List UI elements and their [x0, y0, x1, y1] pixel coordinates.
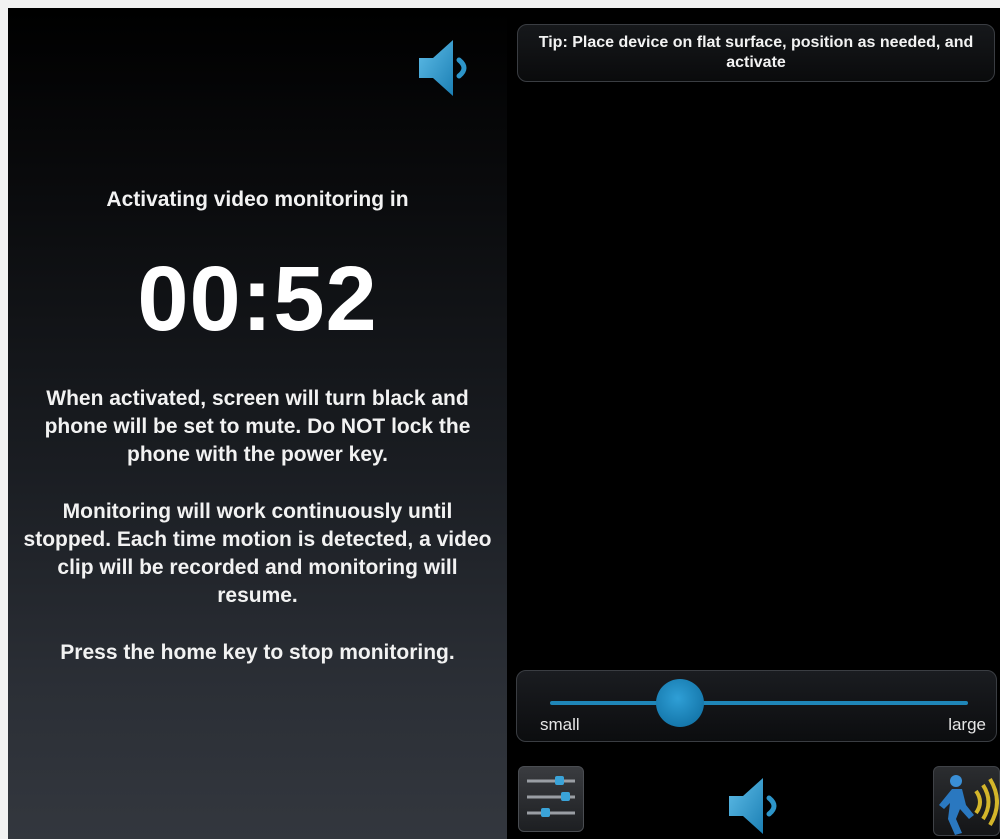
sensitivity-slider[interactable]: small large — [516, 670, 997, 742]
countdown-timer: 00:52 — [137, 248, 378, 350]
slider-min-label: small — [540, 715, 580, 734]
slider-track[interactable] — [550, 701, 968, 705]
speaker-icon[interactable] — [413, 34, 477, 102]
app-screen: Activating video monitoring in 00:52 Whe… — [8, 8, 1000, 839]
sliders-icon — [527, 776, 575, 817]
tip-text: Tip: Place device on flat surface, posit… — [538, 34, 974, 71]
motion-detect-icon — [939, 775, 999, 835]
info-continuous: Monitoring will work continuously until … — [23, 500, 492, 607]
info-activation: When activated, screen will turn black a… — [44, 387, 471, 466]
slider-max-label: large — [948, 715, 986, 734]
camera-preview-panel: Tip: Place device on flat surface, posit… — [507, 8, 1000, 839]
bottom-toolbar — [507, 756, 1000, 839]
sound-toggle-button[interactable] — [723, 774, 787, 838]
countdown-panel: Activating video monitoring in 00:52 Whe… — [8, 8, 507, 839]
motion-detect-button[interactable] — [933, 766, 1000, 836]
info-stop: Press the home key to stop monitoring. — [60, 641, 455, 664]
countdown-heading: Activating video monitoring in — [106, 188, 409, 211]
tip-box: Tip: Place device on flat surface, posit… — [517, 24, 995, 82]
speaker-icon — [729, 778, 777, 834]
slider-thumb[interactable] — [655, 679, 704, 727]
settings-button[interactable] — [518, 766, 584, 832]
